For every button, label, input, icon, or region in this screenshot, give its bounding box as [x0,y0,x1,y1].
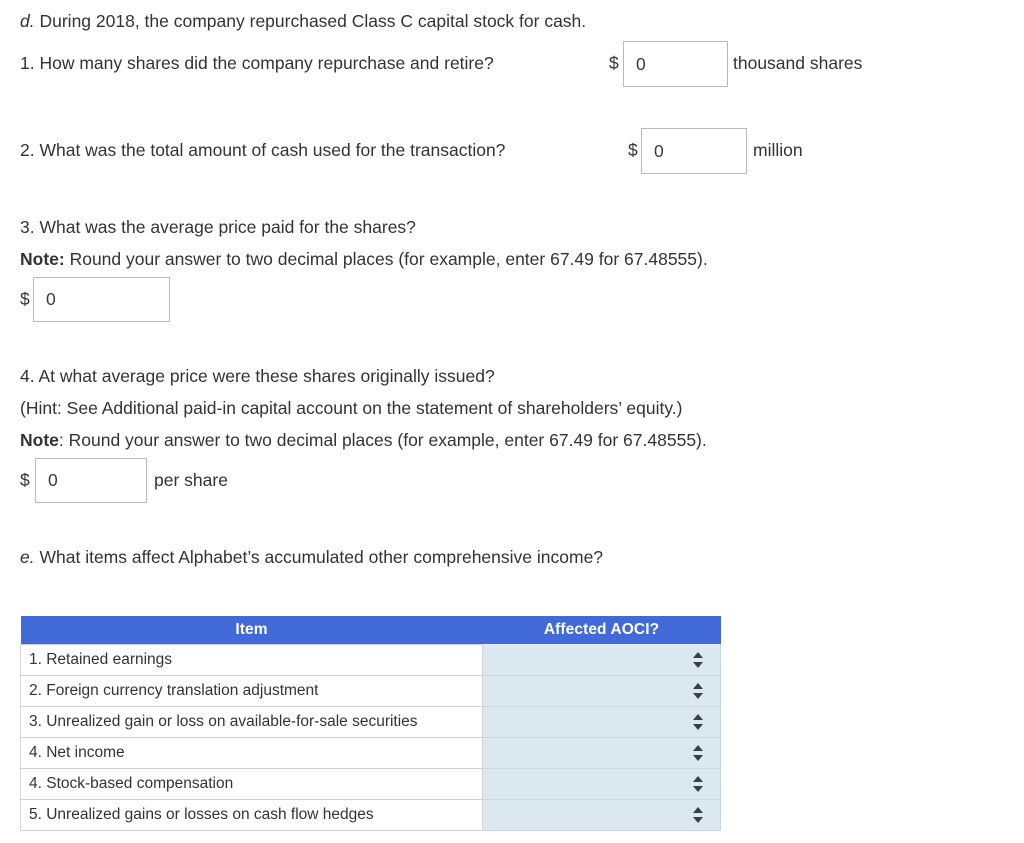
question-3-note-label: Note: [20,249,65,269]
question-4-currency-symbol: $ [20,470,30,490]
part-e-prompt-text: What items affect Alphabet’s accumulated… [39,547,604,567]
part-e-label: e. [20,547,35,567]
aoci-answer-dropdown[interactable]: YesNo [483,708,720,736]
aoci-answer-cell[interactable]: YesNo [482,737,721,769]
aoci-answer-dropdown[interactable]: YesNo [483,739,720,767]
aoci-item-label: 3. Unrealized gain or loss on available-… [20,706,483,738]
question-1-suffix: thousand shares [733,53,863,73]
aoci-answer-dropdown[interactable]: YesNo [483,646,720,674]
question-2-currency-symbol: $ [628,140,638,160]
aoci-header-item: Item [20,616,483,645]
question-2-text: 2. What was the total amount of cash use… [20,140,506,160]
question-3-currency-symbol: $ [20,289,30,309]
aoci-table-row: 4. Net incomeYesNo [20,737,721,769]
aoci-table: Item Affected AOCI? 1. Retained earnings… [20,616,721,831]
question-1-currency-symbol: $ [609,53,619,73]
part-d-prompt-text: During 2018, the company repurchased Cla… [39,11,587,31]
part-d-prompt: d. During 2018, the company repurchased … [20,11,586,33]
question-4-note: Note: Round your answer to two decimal p… [20,430,707,452]
question-3-note-text: Round your answer to two decimal places … [64,249,708,269]
aoci-answer-cell[interactable]: YesNo [482,768,721,800]
question-4-text: 4. At what average price were these shar… [20,366,495,386]
aoci-table-row: 4. Stock-based compensationYesNo [20,768,721,800]
aoci-item-label: 5. Unrealized gains or losses on cash fl… [20,799,483,831]
question-4-hint: (Hint: See Additional paid-in capital ac… [20,398,683,418]
aoci-answer-cell[interactable]: YesNo [482,675,721,707]
aoci-answer-cell[interactable]: YesNo [482,644,721,676]
aoci-answer-dropdown[interactable]: YesNo [483,677,720,705]
question-4-note-text: : Round your answer to two decimal place… [58,430,707,450]
aoci-header-affected: Affected AOCI? [482,616,721,645]
aoci-item-label: 4. Stock-based compensation [20,768,483,800]
question-4-suffix: per share [154,470,228,490]
aoci-answer-cell[interactable]: YesNo [482,706,721,738]
part-d-label: d. [20,11,35,31]
question-2-suffix: million [753,140,803,160]
question-4-note-label: Note [20,430,59,450]
aoci-answer-dropdown[interactable]: YesNo [483,770,720,798]
aoci-table-row: 2. Foreign currency translation adjustme… [20,675,721,707]
aoci-table-row: 1. Retained earningsYesNo [20,644,721,676]
question-4-input[interactable] [35,458,147,503]
aoci-answer-cell[interactable]: YesNo [482,799,721,831]
question-1-input[interactable] [623,41,728,87]
question-2-input[interactable] [641,128,747,174]
aoci-answer-dropdown[interactable]: YesNo [483,801,720,829]
aoci-item-label: 2. Foreign currency translation adjustme… [20,675,483,707]
question-3-note: Note: Round your answer to two decimal p… [20,249,708,271]
aoci-item-label: 1. Retained earnings [20,644,483,676]
aoci-item-label: 4. Net income [20,737,483,769]
question-3-text: 3. What was the average price paid for t… [20,217,416,237]
aoci-table-header-row: Item Affected AOCI? [20,616,721,645]
aoci-table-row: 3. Unrealized gain or loss on available-… [20,706,721,738]
aoci-table-row: 5. Unrealized gains or losses on cash fl… [20,799,721,831]
part-e-prompt: e. What items affect Alphabet’s accumula… [20,547,603,569]
question-1-text: 1. How many shares did the company repur… [20,53,494,73]
question-3-input[interactable] [33,277,170,322]
